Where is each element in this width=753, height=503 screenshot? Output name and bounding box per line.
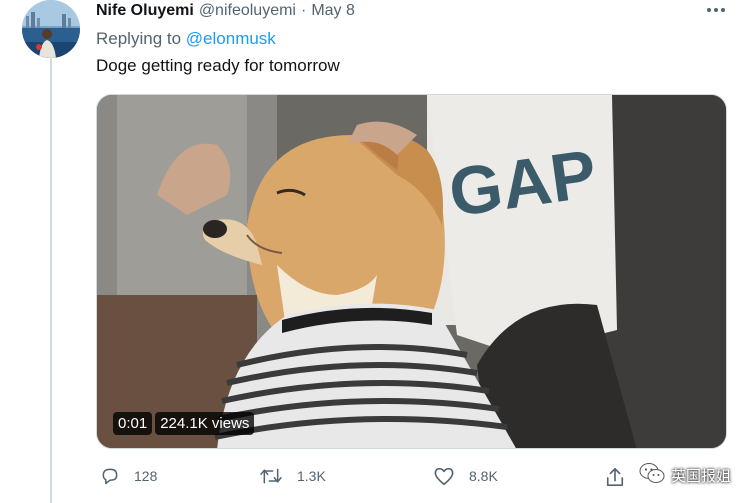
retweet-count: 1.3K	[297, 468, 326, 484]
like-count: 8.8K	[469, 468, 498, 484]
share-button[interactable]	[605, 466, 625, 488]
tweet-header: Nife Oluyemi @nifeoluyemi · May 8	[96, 0, 355, 22]
reply-bubble-icon	[100, 466, 120, 486]
watermark-text: 英国报姐	[670, 467, 731, 485]
user-handle[interactable]: @nifeoluyemi	[199, 2, 296, 20]
share-icon	[605, 466, 625, 488]
retweet-button[interactable]: 1.3K	[259, 466, 326, 486]
display-name[interactable]: Nife Oluyemi	[96, 2, 194, 20]
tweet: Nife Oluyemi @nifeoluyemi · May 8 Replyi…	[0, 0, 753, 503]
video-view-count: 224.1K views	[155, 412, 255, 435]
reply-button[interactable]: 128	[100, 466, 157, 486]
video-badge: 0:01 224.1K views	[113, 412, 255, 435]
separator-dot: ·	[300, 2, 307, 19]
wechat-icon	[639, 462, 665, 488]
thread-line	[50, 58, 52, 503]
more-dots-icon[interactable]	[702, 0, 730, 20]
avatar[interactable]	[22, 0, 80, 58]
tweet-date[interactable]: May 8	[311, 2, 355, 20]
replying-mention-link[interactable]: @elonmusk	[186, 29, 276, 48]
video-frame: GAP	[97, 95, 726, 448]
heart-icon	[433, 466, 455, 486]
retweet-icon	[259, 466, 283, 486]
reply-count: 128	[134, 468, 158, 484]
like-button[interactable]: 8.8K	[433, 466, 498, 486]
replying-to: Replying to @elonmusk	[96, 29, 276, 49]
video-player[interactable]: GAP 0:01 224.1K views	[96, 94, 727, 449]
replying-prefix: Replying to	[96, 29, 182, 48]
tweet-text: Doge getting ready for tomorrow	[96, 56, 340, 75]
video-timestamp: 0:01	[113, 412, 153, 435]
watermark: 英国报姐	[639, 462, 731, 488]
